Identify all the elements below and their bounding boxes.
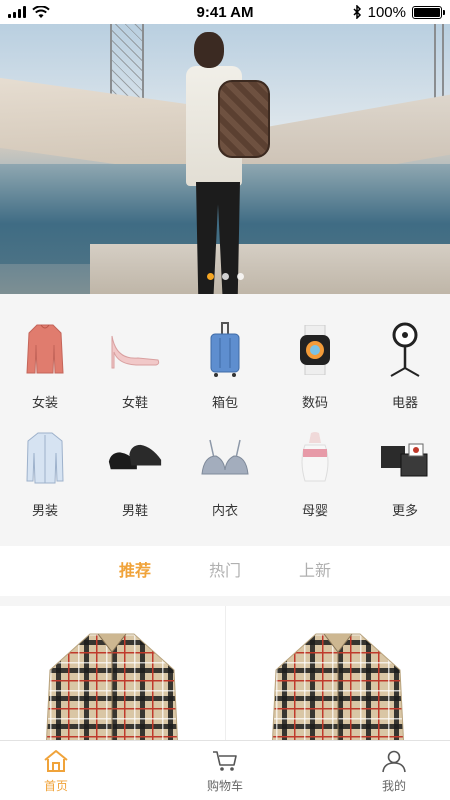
battery-percentage: 100% xyxy=(367,3,406,21)
category-underwear[interactable]: 内衣 xyxy=(180,430,270,538)
category-row-2: 男装 男鞋 内衣 母婴 更多 xyxy=(0,430,450,538)
appliance-fan-icon xyxy=(377,322,433,378)
category-men-shoes[interactable]: 男鞋 xyxy=(90,430,180,538)
women-clothing-icon xyxy=(17,322,73,378)
battery-icon xyxy=(412,5,445,19)
men-shirt-icon xyxy=(17,430,73,486)
category-baby[interactable]: 母婴 xyxy=(270,430,360,538)
banner-carousel[interactable] xyxy=(0,24,450,294)
status-bar: 9:41 AM 100% xyxy=(0,0,450,24)
carousel-dot-2[interactable] xyxy=(221,273,229,280)
product-card[interactable] xyxy=(226,606,450,740)
category-men-clothing[interactable]: 男装 xyxy=(0,430,90,538)
tab-new[interactable]: 上新 xyxy=(270,546,360,596)
nav-home[interactable]: 首页 xyxy=(18,741,94,800)
bottom-nav: 首页 购物车 我的 xyxy=(0,740,450,800)
category-label: 母婴 xyxy=(301,504,328,519)
product-image xyxy=(46,633,179,740)
nav-cart[interactable]: 购物车 xyxy=(187,741,263,800)
home-icon xyxy=(44,750,68,772)
tab-bar: 推荐 热门 上新 xyxy=(0,546,450,596)
carousel-dot-3[interactable] xyxy=(236,273,244,280)
digital-watch-icon xyxy=(287,322,343,378)
category-label: 内衣 xyxy=(211,504,238,519)
category-label: 电器 xyxy=(391,396,418,411)
tab-hot[interactable]: 热门 xyxy=(180,546,270,596)
backpack xyxy=(218,80,270,158)
category-women-clothing[interactable]: 女装 xyxy=(0,322,90,430)
tab-recommended[interactable]: 推荐 xyxy=(90,546,180,596)
banner-model xyxy=(182,32,274,294)
category-label: 男鞋 xyxy=(121,504,148,519)
carousel-indicator[interactable] xyxy=(0,273,450,280)
wifi-icon xyxy=(32,5,50,18)
nav-profile[interactable]: 我的 xyxy=(356,741,432,800)
banner-tower-right xyxy=(434,24,444,104)
category-appliance[interactable]: 电器 xyxy=(360,322,450,430)
underwear-icon xyxy=(197,430,253,486)
status-right: 100% xyxy=(353,3,445,21)
nav-label: 购物车 xyxy=(206,779,243,793)
women-shoes-icon xyxy=(107,322,163,378)
luggage-icon xyxy=(197,322,253,378)
baby-bottle-icon xyxy=(287,430,343,486)
more-icon xyxy=(377,430,433,486)
category-luggage[interactable]: 箱包 xyxy=(180,322,270,430)
category-row-1: 女装 女鞋 箱包 数码 电器 xyxy=(0,322,450,430)
category-more[interactable]: 更多 xyxy=(360,430,450,538)
status-time: 9:41 AM xyxy=(196,3,254,21)
category-label: 女装 xyxy=(31,396,58,411)
nav-label: 我的 xyxy=(381,779,406,793)
category-grid: 女装 女鞋 箱包 数码 电器 男装 男鞋 内衣 母婴 更多 xyxy=(0,294,450,546)
bluetooth-icon xyxy=(353,5,361,19)
signal-icon xyxy=(8,6,26,18)
status-left xyxy=(8,5,50,19)
category-label: 女鞋 xyxy=(121,396,148,411)
product-image xyxy=(271,633,404,740)
category-label: 数码 xyxy=(301,396,328,411)
category-women-shoes[interactable]: 女鞋 xyxy=(90,322,180,430)
cart-icon xyxy=(213,751,237,771)
category-digital[interactable]: 数码 xyxy=(270,322,360,430)
category-label: 男装 xyxy=(31,504,58,519)
carousel-dot-1[interactable] xyxy=(206,273,214,280)
product-grid xyxy=(0,606,450,740)
nav-label: 首页 xyxy=(43,779,68,793)
user-icon xyxy=(382,750,406,773)
men-shoes-icon xyxy=(107,430,163,486)
category-label: 更多 xyxy=(391,504,418,519)
category-label: 箱包 xyxy=(211,396,238,411)
product-card[interactable] xyxy=(0,606,226,740)
